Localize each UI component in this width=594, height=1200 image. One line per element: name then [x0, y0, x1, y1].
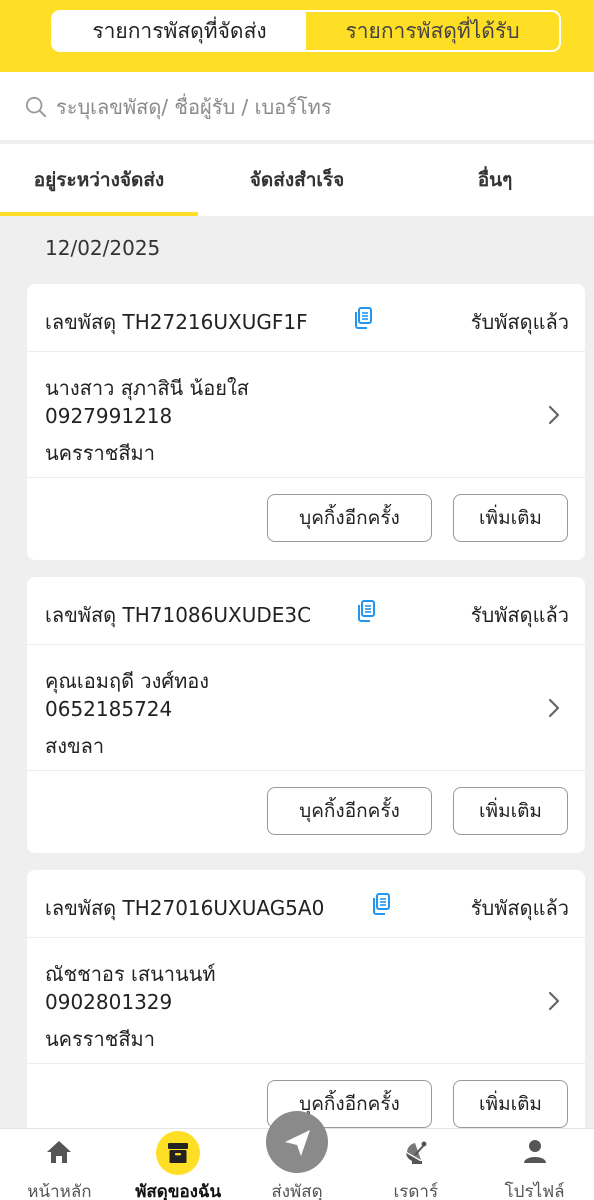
- recipient-province: นครราชสีมา: [45, 441, 155, 465]
- rebook-button[interactable]: บุคกิ้งอีกครั้ง: [267, 494, 432, 542]
- copy-icon[interactable]: [352, 306, 374, 330]
- nav-radar[interactable]: เรดาร์: [356, 1129, 475, 1200]
- parcel-status: รับพัสดุแล้ว: [470, 310, 569, 334]
- parcel-status: รับพัสดุแล้ว: [470, 603, 569, 627]
- nav-radar-label: เรดาร์: [393, 1182, 439, 1200]
- copy-icon[interactable]: [355, 599, 377, 623]
- parcel-card: เลขพัสดุ TH71086UXUDE3C รับพัสดุแล้ว คุณ…: [27, 577, 585, 853]
- tab-sent-parcels[interactable]: รายการพัสดุที่จัดส่ง: [53, 12, 306, 50]
- tracking-number: เลขพัสดุ TH27016UXUAG5A0: [45, 896, 325, 920]
- more-button[interactable]: เพิ่มเติม: [453, 494, 568, 542]
- home-icon: [47, 1141, 72, 1163]
- tab-others[interactable]: อื่นๆ: [396, 144, 594, 216]
- recipient-phone: 0652185724: [45, 697, 173, 721]
- parcel-details[interactable]: ณัชชาอร เสนานนท์ 0902801329 นครราชสีมา: [27, 938, 585, 1064]
- nav-send-parcel-label: ส่งพัสดุ: [271, 1182, 323, 1200]
- parcel-card-header: เลขพัสดุ TH27216UXUGF1F รับพัสดุแล้ว: [27, 284, 585, 352]
- bottom-nav: หน้าหลัก พัสดุของฉัน ส่งพัสดุ เรดาร์ โปร…: [0, 1111, 594, 1200]
- nav-my-parcels[interactable]: พัสดุของฉัน: [119, 1129, 238, 1200]
- nav-home-label: หน้าหลัก: [27, 1182, 92, 1200]
- rebook-button[interactable]: บุคกิ้งอีกครั้ง: [267, 787, 432, 835]
- search-bar: [0, 72, 594, 140]
- nav-profile[interactable]: โปรไฟล์: [475, 1129, 594, 1200]
- parcel-card-header: เลขพัสดุ TH27016UXUAG5A0 รับพัสดุแล้ว: [27, 870, 585, 938]
- search-icon: [25, 96, 47, 118]
- more-button[interactable]: เพิ่มเติม: [453, 1080, 568, 1128]
- chevron-right-icon: [548, 405, 560, 425]
- nav-send-parcel[interactable]: ส่งพัสดุ: [238, 1111, 357, 1200]
- copy-icon[interactable]: [370, 892, 392, 916]
- send-icon: [265, 1111, 328, 1173]
- top-header: รายการพัสดุที่จัดส่ง รายการพัสดุที่ได้รั…: [0, 0, 594, 72]
- status-tabs: อยู่ระหว่างจัดส่ง จัดส่งสำเร็จ อื่นๆ: [0, 144, 594, 216]
- box-icon: [156, 1131, 201, 1175]
- recipient-phone: 0927991218: [45, 404, 173, 428]
- parcel-direction-toggle: รายการพัสดุที่จัดส่ง รายการพัสดุที่ได้รั…: [51, 10, 561, 52]
- profile-icon: [523, 1140, 546, 1163]
- chevron-right-icon: [548, 698, 560, 718]
- parcel-details[interactable]: คุณเอมฤดี วงศ์ทอง 0652185724 สงขลา: [27, 645, 585, 771]
- tracking-number: เลขพัสดุ TH27216UXUGF1F: [45, 310, 308, 334]
- recipient-name: ณัชชาอร เสนานนท์: [45, 962, 216, 986]
- recipient-name: คุณเอมฤดี วงศ์ทอง: [45, 669, 210, 693]
- chevron-right-icon: [548, 991, 560, 1011]
- more-button[interactable]: เพิ่มเติม: [453, 787, 568, 835]
- radar-icon: [405, 1141, 427, 1164]
- parcel-details[interactable]: นางสาว สุภาสินี น้อยใส 0927991218 นครราช…: [27, 352, 585, 478]
- tab-delivered[interactable]: จัดส่งสำเร็จ: [198, 144, 396, 216]
- recipient-province: นครราชสีมา: [45, 1027, 155, 1051]
- tab-in-transit[interactable]: อยู่ระหว่างจัดส่ง: [0, 144, 198, 216]
- tab-received-parcels[interactable]: รายการพัสดุที่ได้รับ: [306, 12, 559, 50]
- parcel-card: เลขพัสดุ TH27216UXUGF1F รับพัสดุแล้ว นาง…: [27, 284, 585, 560]
- tracking-number: เลขพัสดุ TH71086UXUDE3C: [45, 603, 312, 627]
- recipient-name: นางสาว สุภาสินี น้อยใส: [45, 376, 249, 400]
- search-input[interactable]: [56, 90, 576, 124]
- parcel-status: รับพัสดุแล้ว: [470, 896, 569, 920]
- recipient-phone: 0902801329: [45, 990, 173, 1014]
- nav-profile-label: โปรไฟล์: [504, 1182, 565, 1200]
- parcel-card: เลขพัสดุ TH27016UXUAG5A0 รับพัสดุแล้ว ณั…: [27, 870, 585, 1146]
- nav-home[interactable]: หน้าหลัก: [0, 1129, 119, 1200]
- parcel-card-header: เลขพัสดุ TH71086UXUDE3C รับพัสดุแล้ว: [27, 577, 585, 645]
- nav-my-parcels-label: พัสดุของฉัน: [135, 1182, 222, 1200]
- recipient-province: สงขลา: [45, 734, 105, 758]
- date-header: 12/02/2025: [45, 236, 161, 260]
